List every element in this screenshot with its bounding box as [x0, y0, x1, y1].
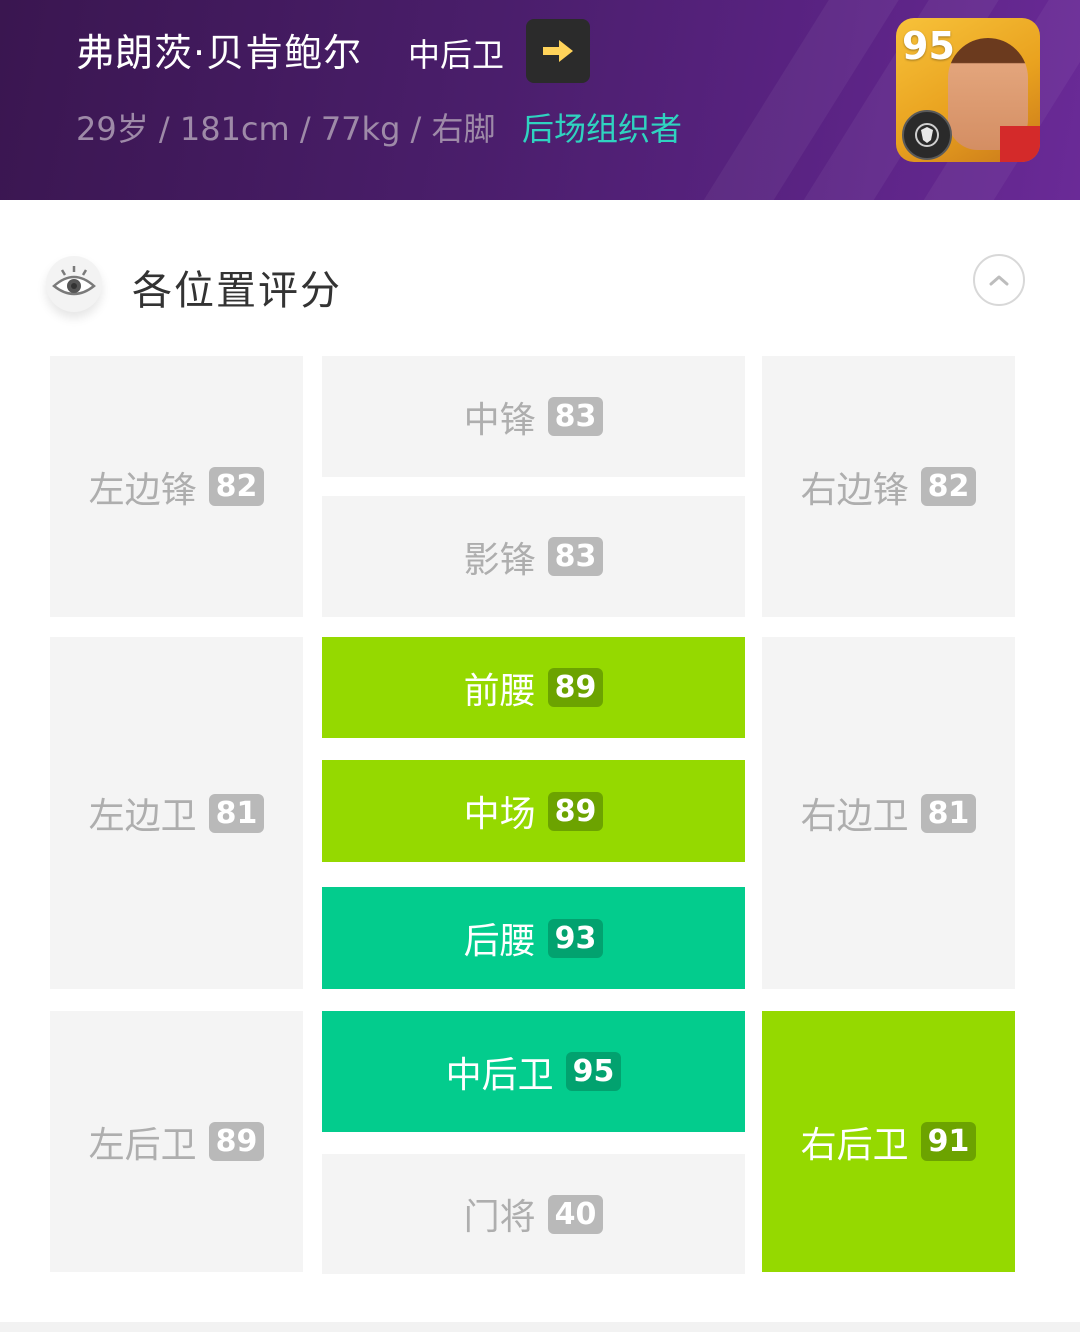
position-tile-amf[interactable]: 前腰 89	[322, 637, 745, 738]
position-tile-lb[interactable]: 左后卫 89	[50, 1011, 303, 1272]
card-rating: 95	[902, 24, 955, 68]
position-label: 中锋	[463, 399, 536, 441]
position-score: 82	[920, 467, 977, 506]
eye-icon	[46, 256, 102, 312]
position-score: 95	[565, 1052, 622, 1091]
position-tile-cmf[interactable]: 中场 89	[322, 760, 745, 862]
player-position: 中后卫	[408, 36, 505, 74]
position-label: 右边锋	[800, 469, 909, 511]
position-score: 83	[547, 537, 604, 576]
position-tile-gk[interactable]: 门将 40	[322, 1154, 745, 1274]
position-label: 右后卫	[800, 1124, 909, 1166]
switch-position-button[interactable]	[526, 19, 590, 83]
position-label: 中后卫	[445, 1054, 554, 1096]
position-score: 81	[920, 793, 977, 833]
position-label: 左边卫	[88, 796, 197, 837]
position-score: 40	[547, 1194, 604, 1234]
position-label: 右边卫	[800, 796, 909, 837]
player-info: 29岁 / 181cm / 77kg / 右脚	[76, 110, 496, 148]
player-header: 弗朗茨·贝肯鲍尔 中后卫 29岁 / 181cm / 77kg / 右脚 后场组…	[0, 0, 1080, 200]
player-style[interactable]: 后场组织者	[522, 104, 682, 150]
collapse-button[interactable]	[973, 254, 1025, 306]
position-score: 93	[547, 918, 604, 958]
player-name: 弗朗茨·贝肯鲍尔	[76, 31, 363, 75]
position-label: 左边锋	[88, 469, 197, 511]
section-title: 各位置评分	[132, 268, 342, 314]
position-label: 后腰	[463, 921, 536, 962]
club-badge-icon	[902, 110, 952, 160]
position-tile-cb[interactable]: 中后卫 95	[322, 1011, 745, 1132]
player-shirt	[1000, 126, 1040, 162]
position-score: 89	[208, 1122, 265, 1161]
position-tile-lwf[interactable]: 左边锋 82	[50, 356, 303, 617]
divider	[0, 1322, 1080, 1332]
position-label: 中场	[463, 794, 536, 835]
position-score: 91	[920, 1122, 977, 1161]
position-tile-ss[interactable]: 影锋 83	[322, 496, 745, 617]
player-card[interactable]: 95	[896, 18, 1040, 162]
position-label: 影锋	[463, 539, 536, 581]
chevron-up-icon	[989, 275, 1009, 286]
position-score: 81	[208, 793, 265, 833]
position-tile-cf[interactable]: 中锋 83	[322, 356, 745, 477]
position-label: 前腰	[463, 670, 536, 712]
position-score: 89	[547, 668, 604, 707]
position-score: 83	[547, 397, 604, 436]
position-tile-rb[interactable]: 右后卫 91	[762, 1011, 1015, 1272]
position-tile-rwf[interactable]: 右边锋 82	[762, 356, 1015, 617]
arrow-right-icon	[543, 40, 573, 62]
position-label: 左后卫	[88, 1124, 197, 1166]
position-tile-lmf[interactable]: 左边卫 81	[50, 637, 303, 989]
position-tile-rmf[interactable]: 右边卫 81	[762, 637, 1015, 989]
position-score: 89	[547, 791, 604, 831]
position-tile-dmf[interactable]: 后腰 93	[322, 887, 745, 989]
position-score: 82	[208, 467, 265, 506]
position-label: 门将	[463, 1197, 536, 1238]
